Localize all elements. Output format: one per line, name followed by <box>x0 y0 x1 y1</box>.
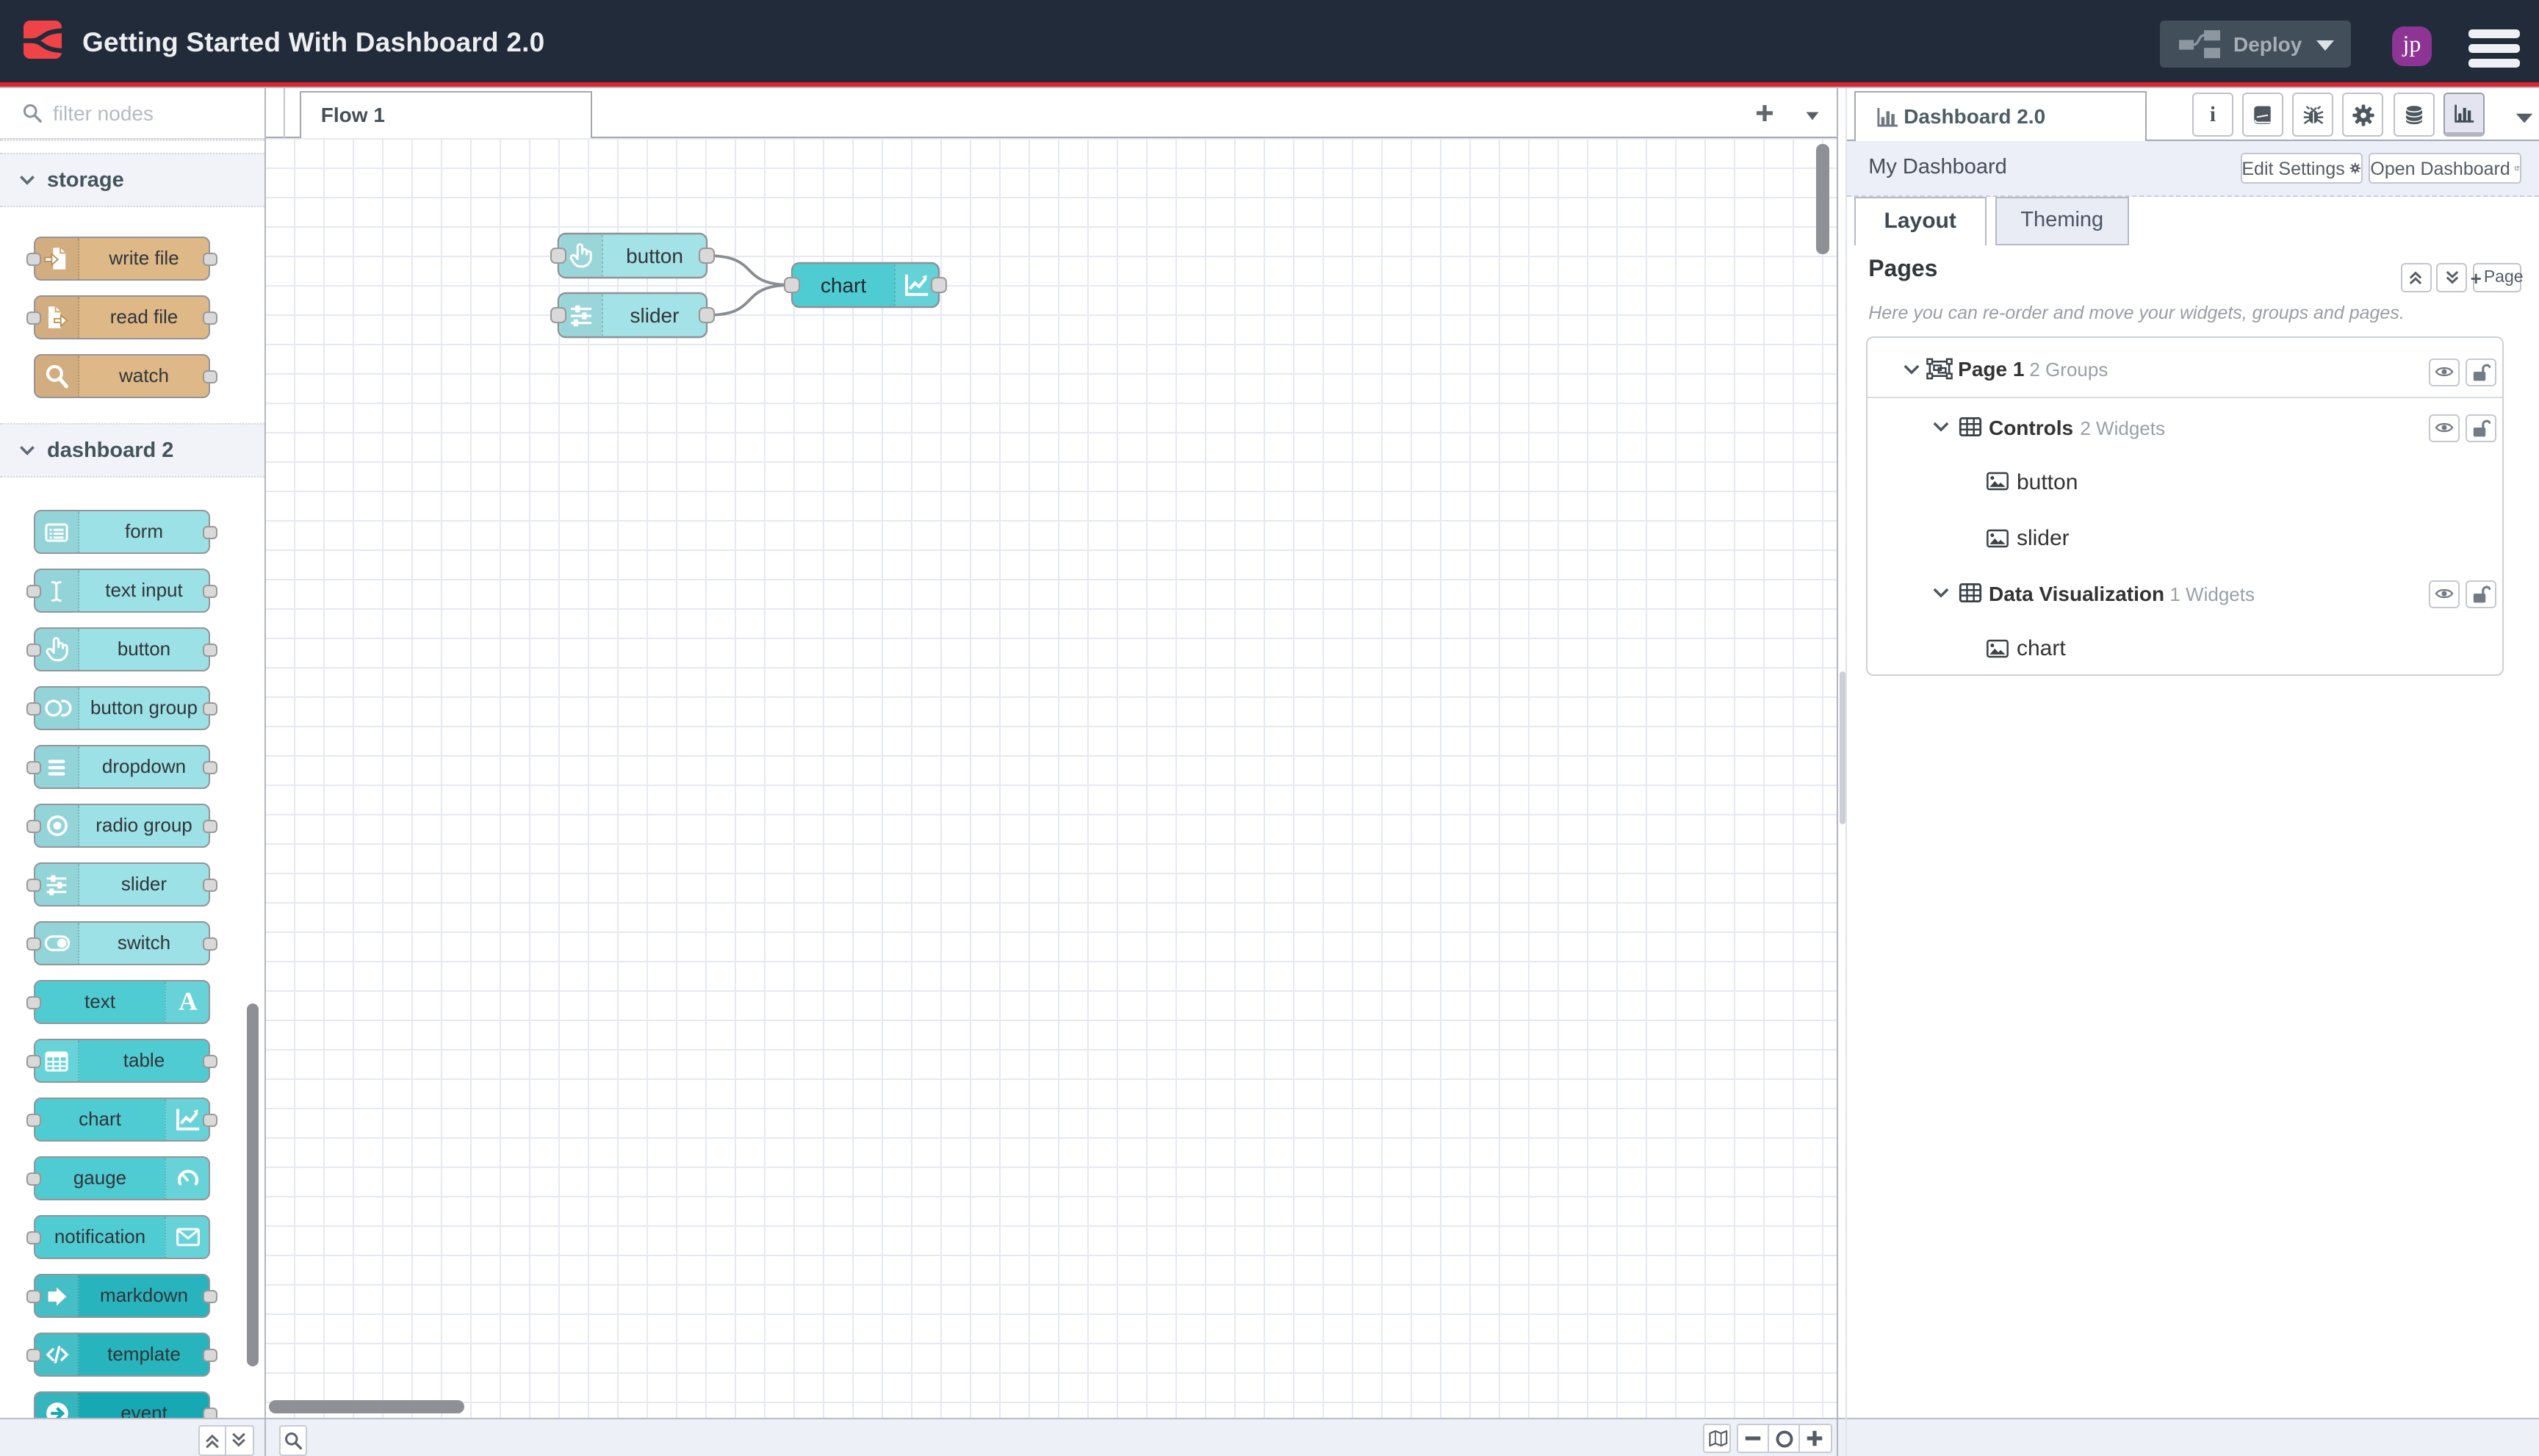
svg-text:A: A <box>178 987 197 1016</box>
svg-text:chart: chart <box>821 273 866 296</box>
svg-text:button: button <box>626 244 683 267</box>
svg-text:slider: slider <box>630 303 680 326</box>
svg-text:i: i <box>2209 103 2215 126</box>
